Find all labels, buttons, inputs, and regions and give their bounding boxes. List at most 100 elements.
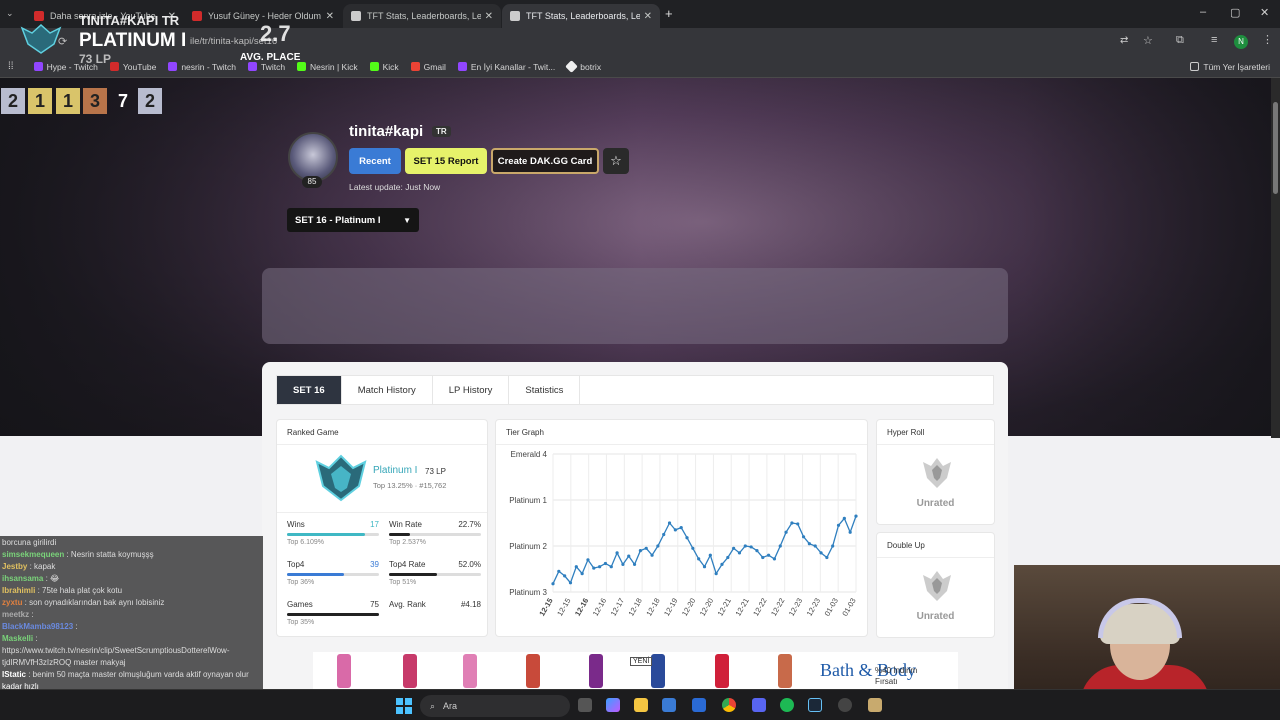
spotify-icon[interactable] [780,698,794,712]
obs-icon[interactable] [838,698,852,712]
bookmark-botrix[interactable]: botrix [565,60,601,73]
chat-text: : [33,634,38,643]
favorite-star-icon[interactable]: ☆ [603,148,629,174]
bookmark-star-icon[interactable]: ☆ [1143,34,1153,47]
overlay-summoner: TINITA#KAPI TR [79,13,180,28]
create-card-button[interactable]: Create DAK.GG Card [491,148,599,174]
tab-tft-stats-2[interactable]: TFT Stats, Leaderboards, League✕ [502,4,660,28]
task-view-icon[interactable] [578,698,592,712]
stat-bar [389,573,481,576]
windows-start-icon[interactable] [396,698,412,714]
stat-bar-fill [287,613,379,616]
chat-message: IStatic : benim 50 maçta master olmuşluğ… [2,668,249,682]
data-point [796,522,800,526]
set15-report-button[interactable]: SET 15 Report [405,148,487,174]
recent-button[interactable]: Recent [349,148,401,174]
new-tab-button[interactable]: + [665,6,673,21]
bookmark-best-channels[interactable]: En İyi Kanallar - Twit... [457,62,555,72]
data-point [656,544,660,548]
tier-graph-card: Tier Graph Emerald 4 Platinum 1 Platinum 2… [495,419,868,637]
translate-icon[interactable]: ⇄ [1120,35,1128,46]
file-explorer-icon[interactable] [634,698,648,712]
profile-avatar[interactable]: N [1234,35,1248,49]
extensions-icon[interactable]: ⧉ [1176,34,1184,47]
data-point [714,572,718,576]
hyper-roll-status: Unrated [916,498,955,509]
data-point [778,544,782,548]
data-point [836,523,841,527]
tab-match-history[interactable]: Match History [342,376,433,404]
top-ad-slot[interactable] [262,268,1008,344]
maximize-button[interactable]: ▢ [1230,6,1240,19]
hyper-roll-card: Hyper Roll Unrated [876,419,995,525]
x-tick-label: 12-18 [644,597,661,618]
close-window-button[interactable]: ✕ [1260,6,1269,19]
tab-statistics[interactable]: Statistics [509,376,581,404]
latest-update: Latest update: Just Now [349,182,441,192]
placement-badge: 3 [83,88,107,114]
divider [496,444,867,445]
unrated-emblem-icon [923,571,951,601]
divider [877,444,994,445]
twitch-icon [457,62,467,71]
menu-icon[interactable]: ⋮ [1262,33,1273,46]
discord-icon[interactable] [752,698,766,712]
league-icon[interactable] [868,698,882,712]
data-point [650,553,654,557]
data-point [563,574,567,578]
tab-lp-history[interactable]: LP History [433,376,510,404]
tab-tft-stats-1[interactable]: TFT Stats, Leaderboards, League✕ [343,4,501,28]
data-point [667,521,672,525]
data-point [592,566,596,570]
scrollbar-thumb[interactable] [1273,102,1278,194]
data-point [702,565,707,569]
content-tabs: SET 16 Match History LP History Statisti… [276,375,994,405]
taskbar-search[interactable]: ⌕ Ara [420,695,570,717]
data-point [766,553,771,557]
product-image [589,654,603,688]
rank-top: Top 13.25% · #15,762 [373,481,447,490]
overlay-rank: PLATINUM I [79,30,187,51]
x-tick-label: 12-20 [680,597,697,618]
placement-badge: 1 [28,88,52,114]
product-image [463,654,477,688]
stat-bar-fill [287,573,345,576]
copilot-icon[interactable] [606,698,620,712]
chat-username: BlackMamba98123 [2,622,74,631]
data-point [568,581,573,585]
data-point [673,528,677,532]
minimize-button[interactable]: – [1200,6,1206,18]
set-select-dropdown[interactable]: SET 16 - Platinum I ▼ [287,208,419,232]
bookmark-gmail[interactable]: Gmail [410,62,446,72]
chat-text: : son oynadıklarından bak aynı lobisiniz [22,598,165,607]
chrome-icon[interactable] [722,698,736,712]
chat-text: : 75te hala plat çok kotu [35,586,123,595]
y-tick-label: Platinum 1 [509,496,547,505]
data-point [772,557,777,561]
data-point [708,553,712,557]
double-up-card: Double Up Unrated [876,532,995,638]
close-icon[interactable]: ✕ [644,11,652,22]
bookmark-kick[interactable]: Kick [369,62,399,72]
close-icon[interactable]: ✕ [485,11,493,22]
steam-icon[interactable] [808,698,822,712]
mail-icon[interactable] [692,698,706,712]
chat-username: ihsansama [2,574,44,583]
data-point [726,555,730,560]
ranked-game-card: Ranked Game Platinum I 73 LP Top 13.25% … [276,419,488,637]
divider [277,444,487,445]
stat-sub: Top 35% [287,619,315,626]
data-point [801,535,806,539]
tab-set16[interactable]: SET 16 [277,376,342,404]
ad-text: Fırsatı [875,677,898,686]
media-icon[interactable]: ≡ [1211,34,1217,46]
store-icon[interactable] [662,698,676,712]
chat-username: Ibrahimli [2,586,36,595]
stat-label: Games [287,600,313,609]
x-tick-label: 12-19 [662,597,679,618]
chat-username: meetkz [2,610,30,619]
all-bookmarks[interactable]: Tüm Yer İşaretleri [1190,62,1270,72]
close-icon[interactable]: ✕ [326,11,334,22]
data-point [574,565,578,569]
chat-text: borcuna girilirdi [2,538,57,547]
